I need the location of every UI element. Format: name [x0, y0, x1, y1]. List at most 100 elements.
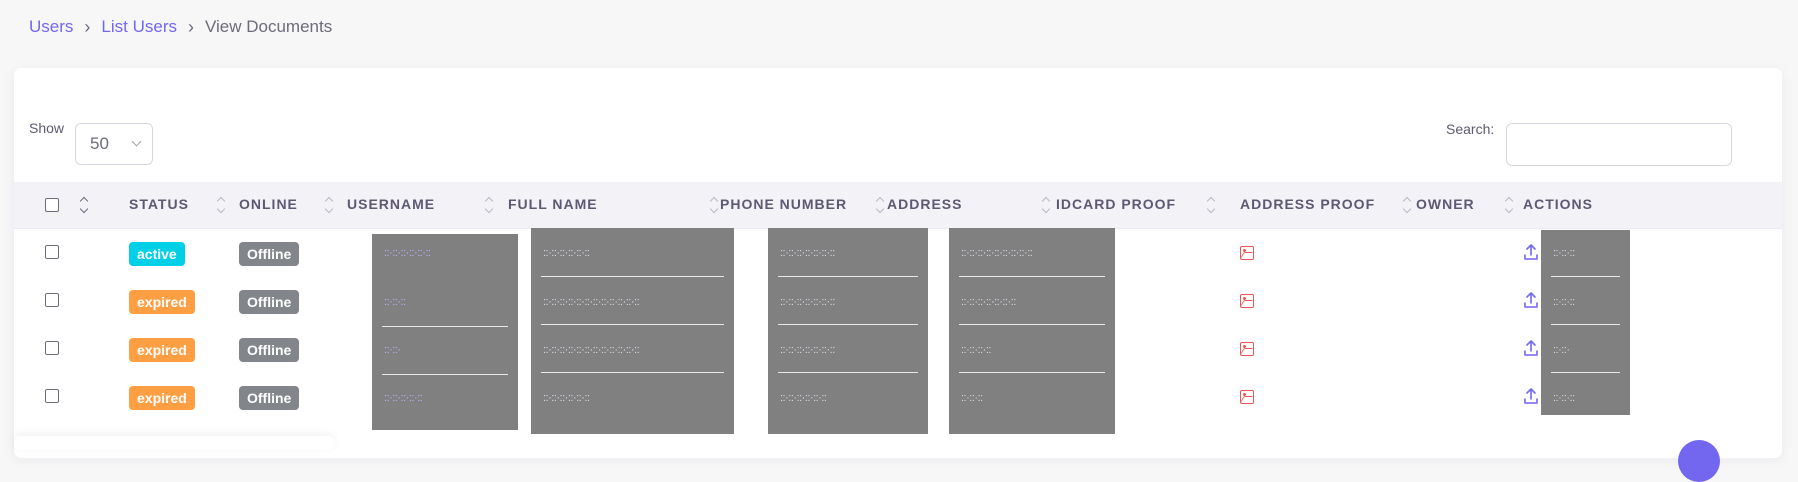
empty-cell	[74, 276, 129, 324]
empty-cell	[74, 228, 129, 276]
row-checkbox[interactable]	[45, 244, 59, 259]
redacted-text: ::·::·::	[1553, 297, 1575, 307]
redaction-block-phone: ::·::·::·::·::·::·:: ::·::·::·::·::·::·:…	[768, 228, 928, 434]
redacted-text: ::·::·::·::·::·::·::	[780, 297, 835, 307]
online-badge: Offline	[239, 289, 300, 314]
address-proof-cell	[1240, 372, 1416, 420]
header-username[interactable]: Username	[347, 182, 508, 229]
header-address-proof[interactable]: Address Proof	[1240, 182, 1416, 229]
image-icon[interactable]	[1240, 245, 1254, 260]
chevron-down-icon	[131, 136, 142, 147]
row-select-cell	[14, 228, 74, 276]
redacted-text: ::·::·::·::·::·::·::·::·::	[961, 248, 1033, 258]
header-idcard[interactable]: IDCard Proof	[1056, 182, 1240, 229]
redacted-text: ::·::·::	[384, 297, 406, 307]
select-all-checkbox[interactable]	[45, 198, 59, 212]
redaction-divider	[778, 276, 918, 277]
sort-icon[interactable]	[1206, 195, 1216, 215]
page-size-value: 50	[90, 134, 109, 153]
header-owner[interactable]: Owner	[1416, 182, 1523, 229]
empty-cell	[74, 372, 129, 420]
documents-card: Show 50 Search: Status Online Username F…	[14, 68, 1782, 458]
redaction-divider	[541, 372, 724, 373]
upload-icon[interactable]	[1523, 387, 1539, 405]
online-cell: Offline	[239, 276, 347, 324]
redaction-block-username: ::·::·::·::·::·:: ::·::·:: ::·::· ::·::·…	[372, 234, 518, 430]
image-icon[interactable]	[1240, 389, 1254, 404]
header-actions-label: Actions	[1523, 196, 1593, 212]
redaction-divider	[1551, 276, 1620, 277]
row-select-cell	[14, 276, 74, 324]
show-label: Show	[29, 120, 65, 136]
redacted-text: ::·::·::·::·::·::·::	[780, 248, 835, 258]
redaction-divider	[541, 324, 724, 325]
row-checkbox[interactable]	[45, 388, 59, 403]
header-idcard-label: IDCard Proof	[1056, 196, 1177, 212]
redaction-block-full-name: ::·::·::·::·::·:: ::·::·::·::·::·::·::·:…	[531, 228, 734, 434]
online-cell: Offline	[239, 228, 347, 276]
row-checkbox[interactable]	[45, 292, 59, 307]
sort-icon[interactable]	[1041, 195, 1051, 215]
redacted-text: ::·::·::·::·::·::	[384, 248, 431, 258]
redaction-block-owner: ::·::·:: ::·::·:: ::·::· ::·::·::	[1541, 230, 1630, 415]
floating-action-button[interactable]	[1678, 440, 1720, 482]
upload-icon[interactable]	[1523, 291, 1539, 309]
header-actions: Actions	[1523, 182, 1782, 229]
redacted-text: ::·::·::·::	[961, 345, 991, 355]
sort-icon[interactable]	[79, 195, 89, 215]
header-online[interactable]: Online	[239, 182, 347, 229]
sort-icon[interactable]	[1402, 195, 1412, 215]
header-full-name-label: Full Name	[508, 196, 598, 212]
chevron-right-icon: ›	[187, 17, 194, 37]
sort-column-header[interactable]	[74, 182, 129, 229]
upload-icon[interactable]	[1523, 243, 1539, 261]
owner-cell	[1416, 324, 1523, 372]
header-online-label: Online	[239, 196, 298, 212]
online-cell: Offline	[239, 324, 347, 372]
row-checkbox[interactable]	[45, 340, 59, 355]
status-badge: expired	[129, 385, 195, 410]
sort-icon[interactable]	[875, 195, 885, 215]
address-proof-cell	[1240, 324, 1416, 372]
redaction-divider	[382, 326, 508, 327]
header-username-label: Username	[347, 196, 436, 212]
redaction-divider	[959, 372, 1105, 373]
row-select-cell	[14, 372, 74, 420]
online-badge: Offline	[239, 337, 300, 362]
image-icon[interactable]	[1240, 341, 1254, 356]
sort-icon[interactable]	[1504, 195, 1514, 215]
redacted-text: ::·::·::·::·::·::·::·::·::·::·::·::	[543, 297, 640, 307]
redacted-text: ::·::·::	[1553, 393, 1575, 403]
sort-icon[interactable]	[484, 195, 494, 215]
select-all-cell	[14, 182, 74, 229]
redacted-text: ::·::·::·::·::·::	[543, 248, 590, 258]
sort-icon[interactable]	[709, 195, 719, 215]
redacted-text: ::·::·::·::·::·::·::·::·::·::·::·::	[543, 345, 640, 355]
page-size-select[interactable]: 50	[75, 123, 153, 165]
online-badge: Offline	[239, 385, 300, 410]
redaction-divider	[1551, 324, 1620, 325]
header-full-name[interactable]: Full Name	[508, 182, 720, 229]
redaction-divider	[541, 276, 724, 277]
status-badge: expired	[129, 289, 195, 314]
header-phone-label: Phone Number	[720, 196, 848, 212]
status-cell: active	[129, 228, 239, 276]
status-cell: expired	[129, 276, 239, 324]
redacted-text: ::·::·::·::·::·::	[780, 393, 827, 403]
breadcrumb-users[interactable]: Users	[29, 17, 73, 37]
sort-icon[interactable]	[216, 195, 226, 215]
image-icon[interactable]	[1240, 293, 1254, 308]
search-label: Search:	[1446, 121, 1495, 137]
address-proof-cell	[1240, 276, 1416, 324]
redacted-text: ::·::·::·::·::·::	[543, 393, 590, 403]
upload-icon[interactable]	[1523, 339, 1539, 357]
redacted-text: ::·::·::·::·::	[384, 393, 423, 403]
breadcrumb-list-users[interactable]: List Users	[101, 17, 177, 37]
search-input[interactable]	[1506, 123, 1732, 166]
header-status[interactable]: Status	[129, 182, 239, 229]
sort-icon[interactable]	[324, 195, 334, 215]
redaction-divider	[778, 324, 918, 325]
status-badge: active	[129, 241, 185, 266]
header-address[interactable]: Address	[887, 182, 1056, 229]
header-phone[interactable]: Phone Number	[720, 182, 887, 229]
